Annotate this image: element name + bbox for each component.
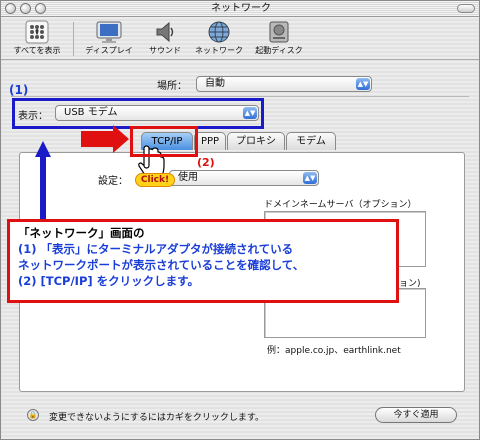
network-preferences-window: ネットワーク すべてを表示 ディスプレイ サウンド ネットワーク 起動ディスク … xyxy=(0,0,480,440)
highlight-tcp-ip-tab xyxy=(130,126,198,157)
click-badge: Click! xyxy=(135,173,175,187)
instruction-callout: 「ネットワーク」画面の (1) 「表示」にターミナルアダプタが接続されている ネ… xyxy=(7,219,399,303)
step2-number: (2) xyxy=(197,156,215,169)
callout-line-1: 「ネットワーク」画面の xyxy=(18,226,145,240)
callout-line-4: (2) [TCP/IP] をクリックします。 xyxy=(18,274,200,288)
callout-line-3: ネットワークポートが表示されていることを確認して、 xyxy=(18,258,305,272)
callout-line-2: (1) 「表示」にターミナルアダプタが接続されている xyxy=(18,242,294,256)
red-right-arrow xyxy=(81,125,129,153)
blue-up-arrow xyxy=(35,141,51,223)
